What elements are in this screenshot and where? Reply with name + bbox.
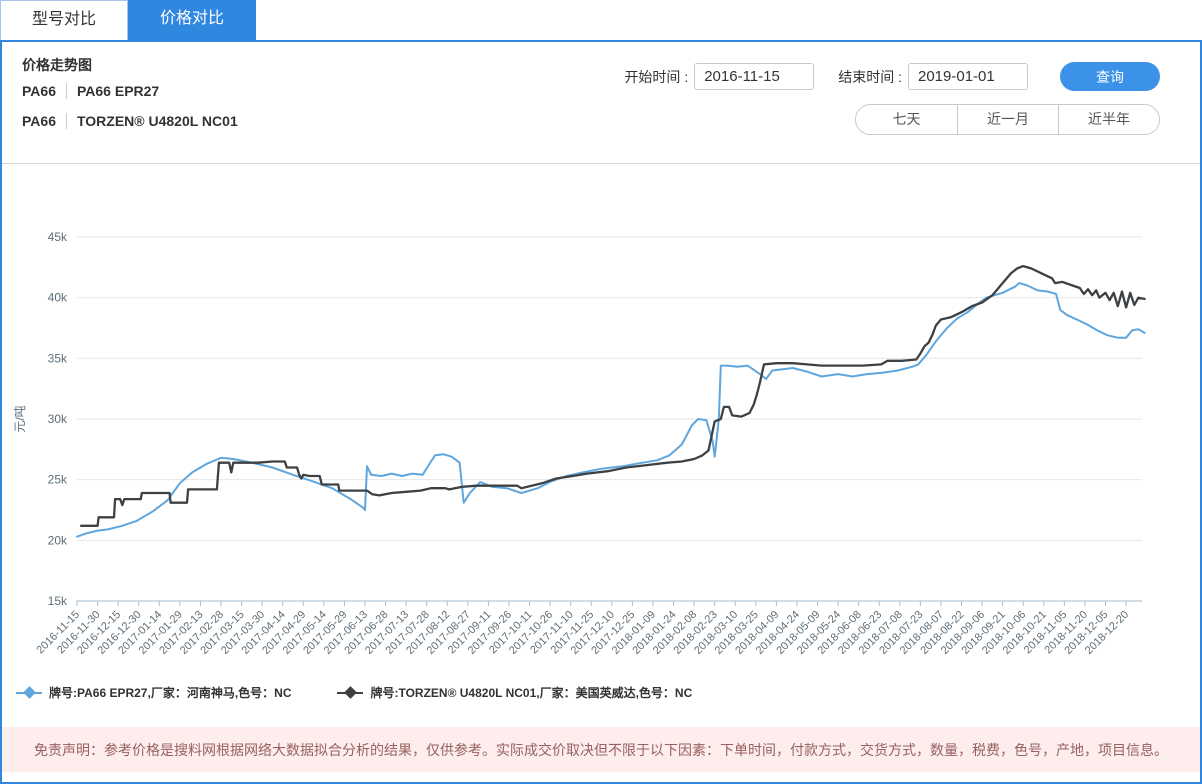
y-tick-label: 45k — [48, 230, 68, 244]
range-button-7days[interactable]: 七天 — [856, 105, 957, 134]
y-tick-label: 20k — [48, 533, 68, 547]
y-tick-label: 15k — [48, 594, 68, 608]
product-category: PA66 — [22, 113, 56, 129]
y-tick-label: 35k — [48, 351, 68, 365]
product-name: TORZEN® U4820L NC01 — [76, 113, 238, 129]
chart-legend: 牌号:PA66 EPR27,厂家：河南神马,色号：NC 牌号:TORZEN® U4… — [16, 684, 692, 701]
start-date-input[interactable] — [694, 63, 815, 90]
range-button-1month[interactable]: 近一月 — [957, 105, 1058, 134]
tab-bar: 型号对比 价格对比 — [0, 0, 1202, 42]
series-line-1 — [79, 264, 1146, 527]
disclaimer-text: 免责声明：参考价格是搜料网根据网络大数据拟合分析的结果，仅供参考。实际成交价取决… — [34, 741, 1168, 758]
y-tick-label: 25k — [48, 473, 68, 487]
start-time-label: 开始时间 : — [624, 68, 689, 85]
product-row-2: PA66 TORZEN® U4820L NC01 — [22, 113, 238, 129]
product-row-1: PA66 PA66 EPR27 — [22, 83, 159, 99]
y-axis-name: 元/吨 — [13, 405, 27, 432]
divider — [65, 83, 67, 99]
date-range-controls: 开始时间 : 结束时间 : 查询 — [624, 62, 1160, 91]
chart-header: 价格走势图 PA66 PA66 EPR27 PA66 TORZEN® U4820… — [2, 42, 1200, 164]
end-time-label: 结束时间 : — [838, 68, 902, 85]
y-tick-label: 40k — [48, 291, 68, 305]
legend-label: 牌号:TORZEN® U4820L NC01,厂家：美国英威达,色号：NC — [370, 686, 693, 700]
tab-price-compare[interactable]: 价格对比 — [128, 0, 256, 40]
page-title: 价格走势图 — [22, 57, 92, 73]
page: 型号对比 价格对比 价格走势图 PA66 PA66 EPR27 PA66 TOR… — [0, 0, 1202, 784]
main-panel: 价格走势图 PA66 PA66 EPR27 PA66 TORZEN® U4820… — [0, 42, 1202, 784]
query-button[interactable]: 查询 — [1060, 62, 1160, 91]
series-line-0 — [76, 282, 1146, 538]
chart-canvas[interactable]: 45k40k35k30k25k20k15k2016-11-152016-11-3… — [2, 164, 1200, 727]
legend-line-diamond-icon — [337, 686, 364, 699]
price-trend-chart[interactable]: 45k 40k 35k 30k 25k 20k 15k 2016-11-15 2016-11-3… — [2, 164, 1200, 727]
range-button-6months[interactable]: 近半年 — [1058, 105, 1159, 134]
tab-model-compare[interactable]: 型号对比 — [0, 0, 128, 40]
quick-range-group: 七天 近一月 近半年 — [855, 104, 1160, 135]
divider — [65, 113, 67, 129]
product-name: PA66 EPR27 — [76, 83, 160, 99]
legend-label: 牌号:PA66 EPR27,厂家：河南神马,色号：NC — [49, 686, 292, 700]
end-date-input[interactable] — [908, 63, 1028, 90]
legend-line-diamond-icon — [16, 686, 42, 699]
disclaimer-bar: 免责声明：参考价格是搜料网根据网络大数据拟合分析的结果，仅供参考。实际成交价取决… — [2, 727, 1200, 772]
product-category: PA66 — [22, 83, 56, 99]
y-tick-label: 30k — [48, 412, 68, 426]
legend-item-0[interactable]: 牌号:PA66 EPR27,厂家：河南神马,色号：NC — [16, 684, 291, 701]
legend-item-1[interactable]: 牌号:TORZEN® U4820L NC01,厂家：美国英威达,色号：NC — [337, 684, 692, 701]
